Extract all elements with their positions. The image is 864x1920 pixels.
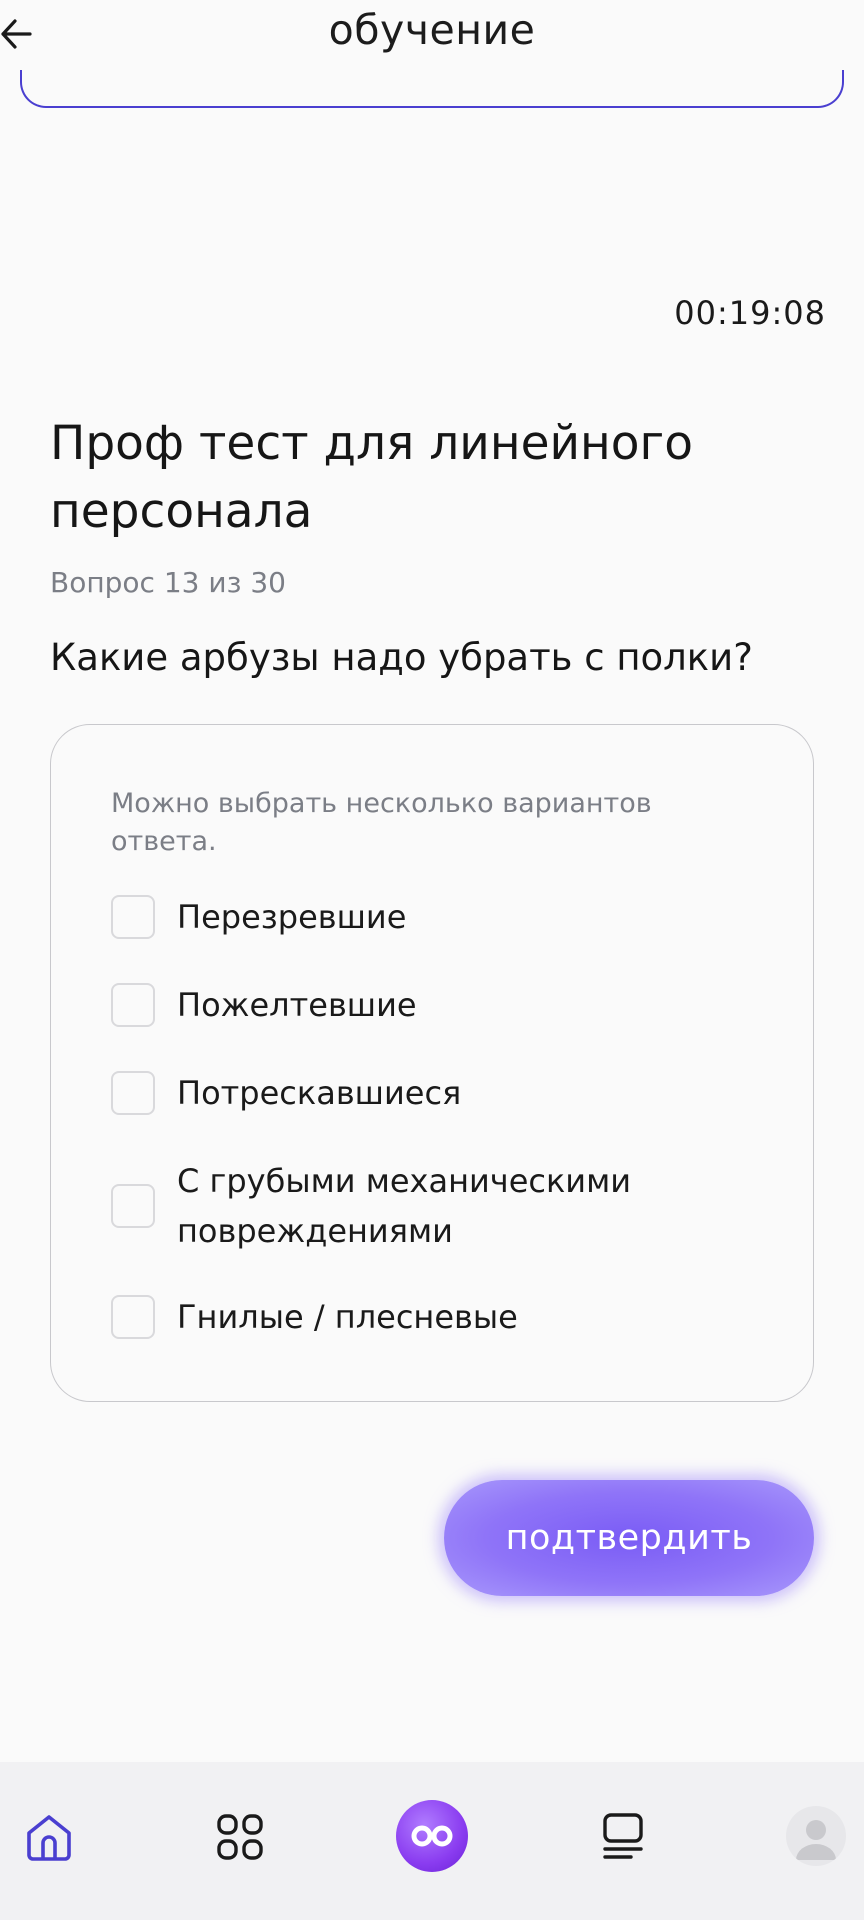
answer-option-label: Перезревшие bbox=[177, 898, 407, 936]
progress-frame bbox=[20, 70, 844, 108]
test-title: Проф тест для линейного персонала bbox=[50, 416, 693, 539]
answer-option[interactable]: Потрескавшиеся bbox=[111, 1068, 697, 1118]
answer-card: Можно выбрать несколько вариантов ответа… bbox=[50, 724, 814, 1402]
nav-catalog[interactable] bbox=[205, 1802, 275, 1872]
checkbox[interactable] bbox=[111, 1184, 155, 1228]
answer-option[interactable]: Перезревшие bbox=[111, 892, 697, 942]
countdown-timer: 00:19:08 bbox=[674, 294, 826, 332]
page-title: обучение bbox=[328, 6, 536, 54]
bottom-navigation bbox=[0, 1762, 864, 1920]
answer-option[interactable]: Гнилые / плесневые bbox=[111, 1292, 697, 1342]
checkbox[interactable] bbox=[111, 895, 155, 939]
answer-option[interactable]: С грубыми механическими повреждениями bbox=[111, 1156, 697, 1256]
question-counter: Вопрос 13 из 30 bbox=[50, 566, 286, 599]
infinity-logo-icon bbox=[411, 1825, 453, 1847]
nav-profile-avatar[interactable] bbox=[786, 1806, 846, 1866]
grid-icon bbox=[217, 1814, 263, 1860]
checkbox[interactable] bbox=[111, 983, 155, 1027]
home-icon bbox=[27, 1815, 71, 1861]
confirm-button[interactable]: подтвердить bbox=[444, 1480, 814, 1596]
nav-main-logo[interactable] bbox=[396, 1800, 468, 1872]
checkbox[interactable] bbox=[111, 1071, 155, 1115]
question-text: Какие арбузы надо убрать с полки? bbox=[50, 636, 753, 679]
nav-courses[interactable] bbox=[588, 1802, 658, 1872]
checkbox[interactable] bbox=[111, 1295, 155, 1339]
courses-stack-icon bbox=[603, 1813, 643, 1859]
answer-option-label: Гнилые / плесневые bbox=[177, 1298, 518, 1336]
answer-option[interactable]: Пожелтевшие bbox=[111, 980, 697, 1030]
answer-option-label: Потрескавшиеся bbox=[177, 1074, 462, 1112]
app-header: обучение bbox=[0, 0, 864, 70]
multiple-choice-hint: Можно выбрать несколько вариантов ответа… bbox=[111, 788, 652, 857]
user-avatar-icon bbox=[796, 1820, 836, 1860]
answer-option-label: С грубыми механическими повреждениями bbox=[177, 1162, 632, 1250]
nav-home[interactable] bbox=[14, 1802, 84, 1872]
answer-option-label: Пожелтевшие bbox=[177, 986, 417, 1024]
